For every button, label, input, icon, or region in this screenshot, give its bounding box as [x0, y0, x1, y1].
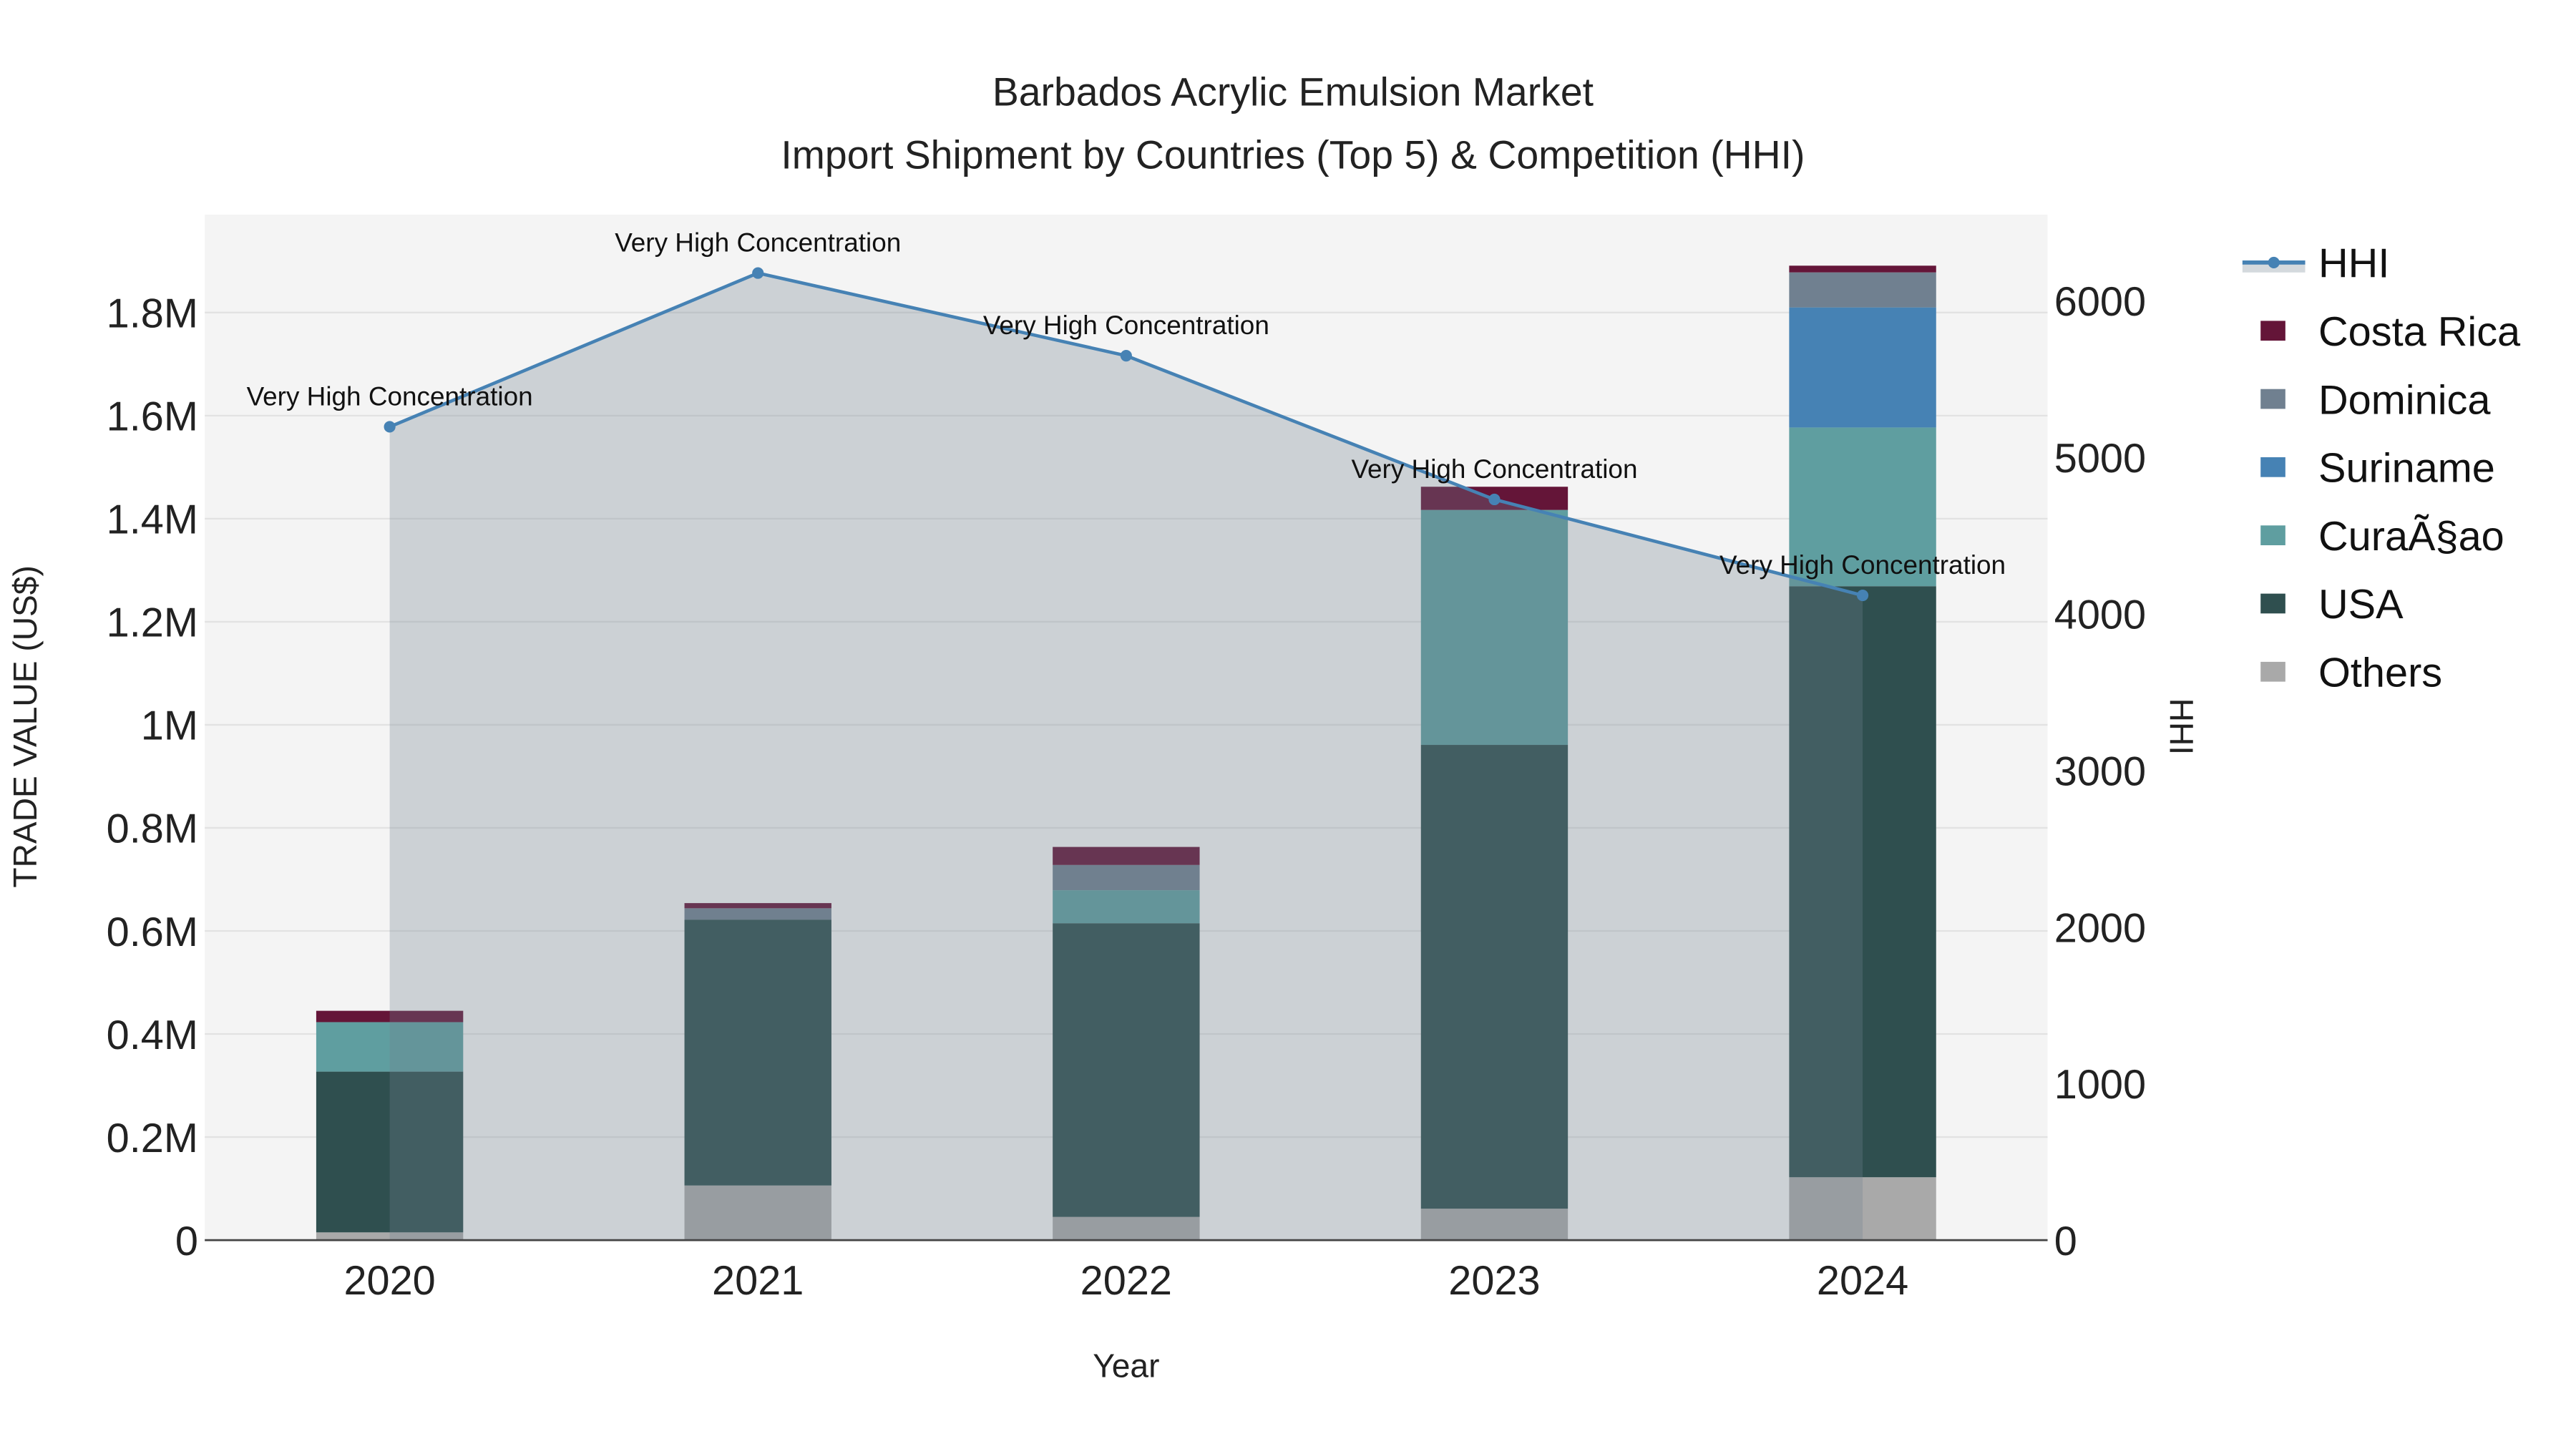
legend-swatch-usa	[2260, 593, 2285, 614]
hhi-annotation: Very High Concentration	[615, 228, 901, 258]
y2-tick-label: 3000	[2054, 748, 2146, 794]
hhi-annotation: Very High Concentration	[1351, 454, 1637, 484]
y-axis-title: TRADE VALUE (US$)	[6, 565, 44, 887]
chart-svg: Very High Concentration Very High Concent…	[6, 70, 2521, 1385]
legend-label: HHI	[2318, 241, 2389, 287]
y-tick-label: 0.8M	[107, 806, 198, 852]
x-tick-label: 2023	[1448, 1258, 1540, 1304]
legend-swatch-dominica	[2260, 389, 2285, 409]
legend-swatch-others	[2260, 661, 2285, 682]
x-tick-label: 2021	[712, 1258, 804, 1304]
y-tick-label: 0	[175, 1219, 198, 1264]
x-tick-label: 2024	[1817, 1258, 1908, 1304]
legend-hhi-marker	[2268, 256, 2280, 268]
legend-label: Dominica	[2318, 377, 2491, 423]
x-axis-title: Year	[1093, 1347, 1159, 1385]
y-tick-label: 0.2M	[107, 1116, 198, 1161]
legend-swatch-cura-ao	[2260, 525, 2285, 545]
y2-axis-title: HHI	[2162, 698, 2200, 755]
y-tick-label: 1M	[141, 703, 198, 749]
legend-swatch-suriname	[2260, 457, 2285, 477]
legend-label: CuraÃ§ao	[2318, 514, 2504, 560]
x-tick-label: 2022	[1080, 1258, 1172, 1304]
y2-tick-label: 4000	[2054, 592, 2146, 638]
y-tick-label: 1.8M	[107, 291, 198, 337]
y2-tick-label: 0	[2054, 1219, 2077, 1264]
bar-suriname-2024	[1789, 307, 1936, 428]
y-tick-label: 0.4M	[107, 1013, 198, 1058]
y2-tick-label: 2000	[2054, 905, 2146, 951]
legend-label: Suriname	[2318, 446, 2495, 492]
hhi-annotation: Very High Concentration	[247, 381, 533, 411]
legend-swatch-costa-rica	[2260, 321, 2285, 341]
hhi-point	[1488, 493, 1501, 506]
hhi-point	[1857, 590, 1869, 602]
hhi-point	[384, 421, 396, 433]
legend-label: USA	[2318, 582, 2404, 628]
hhi-annotation: Very High Concentration	[1719, 550, 2006, 580]
y-tick-label: 1.2M	[107, 600, 198, 646]
y2-tick-label: 5000	[2054, 436, 2146, 482]
legend-label: Costa Rica	[2318, 309, 2521, 355]
chart-container: Very High Concentration Very High Concent…	[0, 0, 2576, 1449]
y2-tick-label: 1000	[2054, 1062, 2146, 1108]
legend-label: Others	[2318, 650, 2442, 696]
y-tick-label: 0.6M	[107, 909, 198, 955]
x-tick-label: 2020	[343, 1258, 435, 1304]
hhi-annotation: Very High Concentration	[983, 311, 1269, 340]
bar-costa-rica-2024	[1789, 265, 1936, 273]
hhi-point	[752, 267, 764, 279]
hhi-point	[1120, 350, 1132, 362]
y-tick-label: 1.6M	[107, 394, 198, 440]
y-tick-label: 1.4M	[107, 497, 198, 543]
chart-title: Barbados Acrylic Emulsion Market	[992, 70, 1594, 114]
bar-dominica-2024	[1789, 272, 1936, 308]
chart-subtitle: Import Shipment by Countries (Top 5) & C…	[781, 132, 1805, 177]
y2-tick-label: 6000	[2054, 279, 2146, 325]
